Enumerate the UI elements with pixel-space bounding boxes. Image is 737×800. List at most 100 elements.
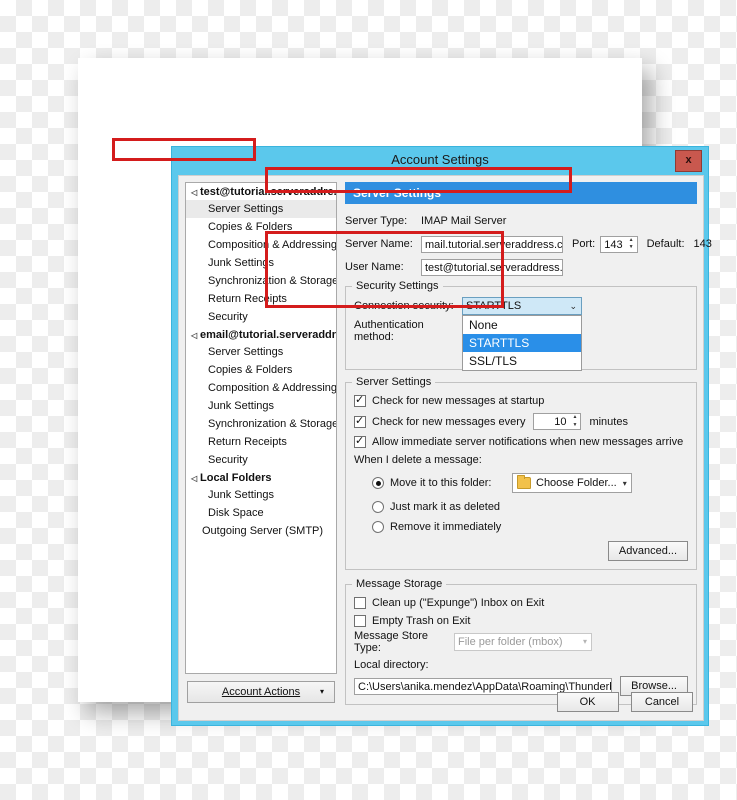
delete-option-move-radio[interactable] bbox=[372, 477, 384, 489]
sidebar-item-composition-addressing-2[interactable]: Composition & Addressing bbox=[186, 379, 336, 397]
store-type-label: Message Store Type: bbox=[354, 630, 428, 654]
user-name-input[interactable]: test@tutorial.serveraddress. bbox=[421, 258, 563, 276]
check-every-checkbox[interactable] bbox=[354, 414, 366, 428]
cancel-button[interactable]: Cancel bbox=[631, 692, 693, 712]
server-name-row: Server Name: mail.tutorial.serveraddress… bbox=[345, 235, 712, 253]
chevron-down-icon: ▾ bbox=[582, 637, 587, 646]
pane-banner-title: Server Settings bbox=[345, 182, 697, 204]
sidebar-item-copies-folders-2[interactable]: Copies & Folders bbox=[186, 361, 336, 379]
empty-trash-row[interactable]: Empty Trash on Exit bbox=[354, 615, 688, 627]
delete-option-remove-radio[interactable] bbox=[372, 521, 384, 533]
port-stepper[interactable]: 143 ▲ ▼ bbox=[600, 235, 638, 253]
server-type-value: IMAP Mail Server bbox=[421, 215, 507, 227]
accounts-tree[interactable]: ◁ test@tutorial.serveraddre... Server Set… bbox=[185, 182, 337, 674]
tree-item-label: Junk Settings bbox=[208, 400, 275, 412]
port-default-value: 143 bbox=[693, 238, 712, 250]
tree-item-label: Outgoing Server (SMTP) bbox=[202, 525, 324, 537]
dialog-titlebar: Account Settings x bbox=[172, 147, 708, 173]
page-sheet: Account Settings x ◁ test@tutorial.server… bbox=[78, 58, 712, 726]
account-actions-label: Account Actions bbox=[221, 686, 301, 698]
spinner-down-icon[interactable]: ▼ bbox=[570, 422, 579, 430]
server-name-input[interactable]: mail.tutorial.serveraddress.c bbox=[421, 235, 563, 253]
connection-security-label: Connection security: bbox=[354, 300, 454, 312]
check-startup-row[interactable]: Check for new messages at startup bbox=[354, 393, 688, 407]
sidebar-item-junk-settings-1[interactable]: Junk Settings bbox=[186, 254, 336, 272]
tree-account-header-1[interactable]: ◁ test@tutorial.serveraddre... bbox=[186, 183, 336, 200]
tree-item-label: Junk Settings bbox=[208, 489, 275, 501]
sidebar-item-junk-settings-2[interactable]: Junk Settings bbox=[186, 397, 336, 415]
sidebar-item-disk-space[interactable]: Disk Space bbox=[186, 504, 336, 522]
expand-triangle-icon[interactable]: ◁ bbox=[191, 188, 200, 197]
spinner-up-icon[interactable]: ▲ bbox=[570, 414, 579, 422]
check-every-row[interactable]: Check for new messages every 10 ▲ ▼ minu… bbox=[354, 413, 688, 430]
allow-notifications-label: Allow immediate server notifications whe… bbox=[372, 436, 684, 448]
connection-security-selected[interactable]: STARTTLS ⌄ bbox=[462, 297, 582, 315]
port-spinner-arrows[interactable]: ▲ ▼ bbox=[627, 237, 636, 252]
chevron-down-icon[interactable]: ▾ bbox=[623, 479, 627, 488]
sidebar-item-synchronization-storage-2[interactable]: Synchronization & Storage bbox=[186, 415, 336, 433]
expand-triangle-icon[interactable]: ◁ bbox=[191, 474, 200, 483]
chevron-down-icon[interactable]: ⌄ bbox=[569, 298, 577, 314]
tree-account-label-3: Local Folders bbox=[200, 472, 272, 484]
account-actions-button[interactable]: Account Actions ▾ bbox=[187, 681, 335, 703]
delete-option-move-row[interactable]: Move it to this folder: Choose Folder...… bbox=[372, 473, 688, 493]
user-name-label: User Name: bbox=[345, 261, 404, 273]
tree-item-label: Copies & Folders bbox=[208, 364, 293, 376]
option-none[interactable]: None bbox=[463, 316, 581, 334]
option-starttls[interactable]: STARTTLS bbox=[463, 334, 581, 352]
spinner-down-icon[interactable]: ▼ bbox=[627, 244, 636, 252]
spinner-up-icon[interactable]: ▲ bbox=[627, 237, 636, 245]
choose-folder-button[interactable]: Choose Folder... ▾ bbox=[512, 473, 632, 493]
tree-item-label: Server Settings bbox=[208, 203, 284, 215]
server-type-label: Server Type: bbox=[345, 215, 408, 227]
folder-icon bbox=[517, 475, 531, 489]
expunge-row[interactable]: Clean up ("Expunge") Inbox on Exit bbox=[354, 597, 688, 609]
check-startup-checkbox[interactable] bbox=[354, 393, 366, 407]
expand-triangle-icon[interactable]: ◁ bbox=[191, 331, 200, 340]
sidebar-item-composition-addressing-1[interactable]: Composition & Addressing bbox=[186, 236, 336, 254]
local-directory-label: Local directory: bbox=[354, 659, 429, 671]
tree-account-label-1: test@tutorial.serveraddre... bbox=[200, 186, 337, 198]
delete-option-mark-row[interactable]: Just mark it as deleted bbox=[372, 501, 688, 513]
interval-spinner-arrows[interactable]: ▲ ▼ bbox=[570, 414, 579, 429]
dialog-footer: OK Cancel bbox=[549, 692, 693, 712]
account-settings-dialog: Account Settings x ◁ test@tutorial.server… bbox=[171, 146, 712, 726]
check-interval-stepper[interactable]: 10 ▲ ▼ bbox=[533, 413, 582, 430]
message-storage-group-title: Message Storage bbox=[352, 578, 447, 590]
allow-notifications-checkbox[interactable] bbox=[354, 434, 366, 448]
delete-option-remove-row[interactable]: Remove it immediately bbox=[372, 521, 688, 533]
expunge-checkbox[interactable] bbox=[354, 597, 366, 609]
tree-account-header-2[interactable]: ◁email@tutorial.serveraddres... bbox=[186, 326, 336, 343]
tree-item-label: Return Receipts bbox=[208, 293, 287, 305]
tree-item-label: Synchronization & Storage bbox=[208, 275, 337, 287]
sidebar-item-security-2[interactable]: Security bbox=[186, 451, 336, 469]
connection-security-options-list[interactable]: None STARTTLS SSL/TLS bbox=[462, 315, 582, 371]
delete-message-prompt: When I delete a message: bbox=[354, 454, 482, 466]
sidebar-item-outgoing-server-smtp[interactable]: Outgoing Server (SMTP) bbox=[186, 522, 336, 540]
sidebar-item-junk-settings-local[interactable]: Junk Settings bbox=[186, 486, 336, 504]
empty-trash-label: Empty Trash on Exit bbox=[372, 615, 471, 627]
close-icon[interactable]: x bbox=[675, 150, 702, 172]
sidebar-item-return-receipts-2[interactable]: Return Receipts bbox=[186, 433, 336, 451]
tree-item-label: Server Settings bbox=[208, 346, 284, 358]
allow-notifications-row[interactable]: Allow immediate server notifications whe… bbox=[354, 434, 688, 448]
ok-button[interactable]: OK bbox=[556, 692, 619, 712]
store-type-row: Message Store Type: File per folder (mbo… bbox=[354, 630, 688, 654]
delete-option-mark-label: Just mark it as deleted bbox=[390, 501, 501, 513]
tree-account-header-3[interactable]: ◁ Local Folders bbox=[186, 469, 336, 486]
empty-trash-checkbox[interactable] bbox=[354, 615, 366, 627]
sidebar-item-server-settings-2[interactable]: Server Settings bbox=[186, 343, 336, 361]
security-settings-group: Security Settings Connection security: S… bbox=[345, 280, 697, 371]
option-ssl-tls[interactable]: SSL/TLS bbox=[463, 352, 581, 370]
sidebar-item-security-1[interactable]: Security bbox=[186, 308, 336, 326]
sidebar-item-copies-folders-1[interactable]: Copies & Folders bbox=[186, 218, 336, 236]
sidebar-item-server-settings-1[interactable]: Server Settings bbox=[186, 200, 336, 218]
server-type-row: Server Type: IMAP Mail Server bbox=[345, 212, 697, 230]
delete-option-mark-radio[interactable] bbox=[372, 501, 384, 513]
advanced-button[interactable]: Advanced... bbox=[607, 541, 688, 561]
sidebar-item-synchronization-storage-1[interactable]: Synchronization & Storage bbox=[186, 272, 336, 290]
sidebar-item-return-receipts-1[interactable]: Return Receipts bbox=[186, 290, 336, 308]
server-settings-group: Server Settings Check for new messages a… bbox=[345, 376, 697, 570]
dialog-body: ◁ test@tutorial.serveraddre... Server Set… bbox=[178, 175, 712, 721]
connection-security-combobox[interactable]: STARTTLS ⌄ None STARTTLS SSL/TLS bbox=[462, 297, 582, 371]
